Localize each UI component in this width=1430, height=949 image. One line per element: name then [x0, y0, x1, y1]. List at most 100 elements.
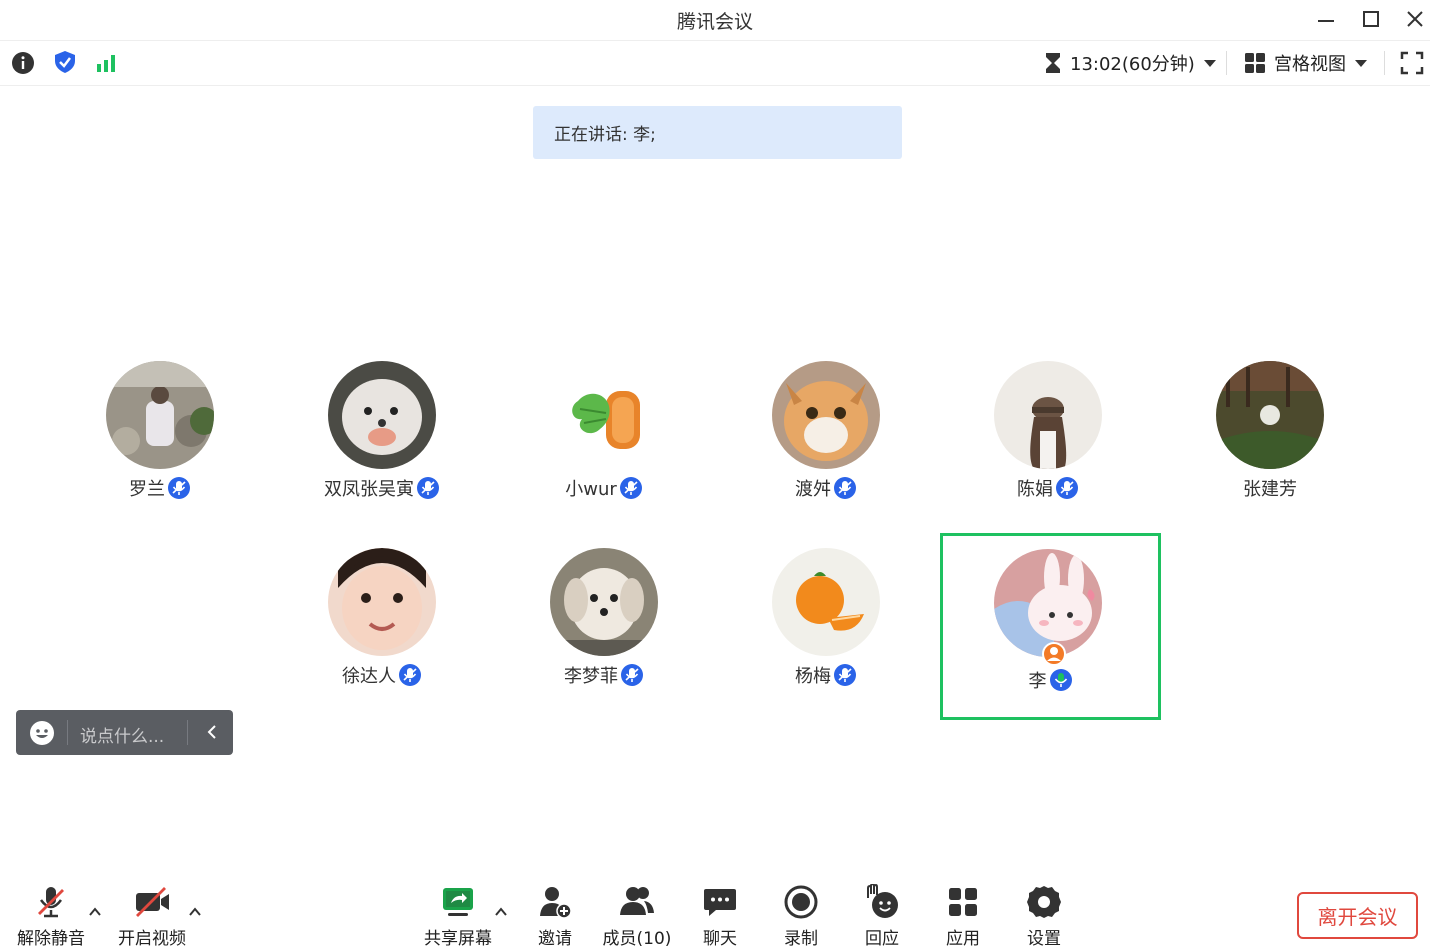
chat-input-placeholder[interactable]: 说点什么...	[80, 722, 164, 747]
members-button[interactable]: 成员(10)	[602, 880, 672, 949]
react-label: 回应	[865, 929, 899, 949]
participant-name: 张建芳	[1243, 479, 1297, 500]
grid-view-icon	[1245, 53, 1265, 73]
divider	[67, 720, 68, 745]
mic-muted-icon	[417, 477, 439, 499]
chevron-up-icon[interactable]	[187, 904, 203, 920]
signal-icon[interactable]	[95, 51, 119, 75]
avatar	[328, 361, 436, 469]
speaking-indicator: 正在讲话: 李;	[533, 106, 902, 159]
leave-meeting-button[interactable]: 离开会议	[1297, 892, 1418, 939]
record-label: 录制	[784, 929, 818, 949]
record-icon	[784, 885, 818, 919]
participant-name: 李	[1028, 671, 1047, 692]
chevron-down-icon	[1355, 60, 1367, 67]
avatar	[550, 548, 658, 656]
timer-text: 13:02(60分钟)	[1070, 54, 1195, 75]
chat-label: 聊天	[703, 929, 737, 949]
add-user-icon	[540, 887, 572, 919]
mic-off-icon	[38, 887, 64, 918]
emoji-icon[interactable]	[29, 720, 55, 746]
start-video-button[interactable]: 开启视频	[117, 880, 187, 949]
apps-button[interactable]: 应用	[928, 880, 998, 949]
settings-button[interactable]: 设置	[1009, 880, 1079, 949]
fullscreen-icon[interactable]	[1400, 51, 1424, 75]
apps-icon	[949, 888, 977, 916]
title-bar: 腾讯会议	[0, 0, 1430, 41]
unmute-button[interactable]: 解除静音	[16, 880, 86, 949]
avatar	[772, 548, 880, 656]
participant-name: 双凤张吴寅	[324, 479, 414, 500]
maximize-button[interactable]	[1356, 6, 1386, 32]
share-screen-button[interactable]: 共享屏幕	[423, 880, 493, 949]
participant-tile[interactable]: 陈娟	[938, 355, 1158, 535]
record-button[interactable]: 录制	[766, 880, 836, 949]
share-screen-label: 共享屏幕	[424, 929, 492, 949]
view-mode-label: 宫格视图	[1274, 54, 1346, 75]
avatar	[1216, 361, 1324, 469]
members-icon	[620, 887, 654, 915]
react-button[interactable]: 回应	[847, 880, 917, 949]
settings-label: 设置	[1027, 929, 1061, 949]
mic-speaking-icon	[1049, 669, 1072, 691]
invite-label: 邀请	[538, 929, 572, 949]
apps-label: 应用	[946, 929, 980, 949]
reaction-icon	[867, 884, 898, 918]
avatar	[550, 361, 658, 469]
participant-tile[interactable]: 杨梅	[716, 542, 936, 722]
host-badge-icon	[1042, 642, 1066, 666]
chevron-up-icon[interactable]	[493, 904, 509, 920]
security-shield-icon[interactable]	[53, 50, 77, 74]
invite-button[interactable]: 邀请	[520, 880, 590, 949]
participant-name: 陈娟	[1017, 479, 1053, 500]
participant-tile[interactable]: 李梦菲	[494, 542, 714, 722]
participant-tile-active-speaker[interactable]: 李	[940, 533, 1161, 720]
start-video-label: 开启视频	[118, 929, 186, 949]
mic-muted-icon	[621, 664, 643, 686]
window-title: 腾讯会议	[676, 11, 753, 33]
avatar	[772, 361, 880, 469]
maximize-icon	[1363, 11, 1379, 27]
hourglass-icon	[1046, 53, 1060, 73]
participant-name: 徐达人	[342, 666, 396, 687]
participant-name: 小wur	[565, 479, 617, 500]
mic-muted-icon	[1056, 477, 1078, 499]
unmute-label: 解除静音	[17, 929, 85, 949]
divider	[1384, 51, 1385, 75]
mic-muted-icon	[834, 664, 856, 686]
chat-quick-input[interactable]: 说点什么...	[16, 710, 233, 755]
divider	[1226, 51, 1227, 75]
minimize-button[interactable]	[1311, 6, 1341, 32]
chevron-up-icon[interactable]	[87, 904, 103, 920]
avatar	[994, 361, 1102, 469]
participant-tile[interactable]: 渡舛	[716, 355, 936, 535]
chat-button[interactable]: 聊天	[685, 880, 755, 949]
participant-tile[interactable]: 小wur	[494, 355, 714, 535]
close-icon	[1407, 11, 1423, 27]
participant-name: 渡舛	[795, 479, 831, 500]
avatar	[106, 361, 214, 469]
participant-tile[interactable]: 双凤张吴寅	[272, 355, 492, 535]
participant-name: 杨梅	[795, 666, 831, 687]
participant-tile[interactable]: 张建芳	[1160, 355, 1380, 535]
chevron-down-icon	[1203, 60, 1216, 67]
chevron-left-icon[interactable]	[202, 722, 222, 742]
close-button[interactable]	[1400, 6, 1430, 32]
participant-tile[interactable]: 徐达人	[272, 542, 492, 722]
mic-muted-icon	[834, 477, 856, 499]
gear-icon	[1027, 886, 1061, 918]
participant-tile[interactable]: 罗兰	[50, 355, 270, 535]
meeting-timer[interactable]: 13:02(60分钟)	[1044, 50, 1217, 76]
share-screen-icon	[443, 888, 473, 916]
minimize-icon	[1318, 20, 1334, 22]
info-icon[interactable]	[11, 51, 35, 75]
divider	[187, 720, 188, 745]
avatar	[994, 549, 1102, 657]
mic-muted-icon	[168, 477, 190, 499]
avatar	[328, 548, 436, 656]
members-label: 成员(10)	[602, 929, 672, 949]
view-mode-selector[interactable]: 宫格视图	[1244, 50, 1368, 76]
mic-muted-icon	[399, 664, 421, 686]
participant-name: 李梦菲	[564, 666, 618, 687]
mic-muted-icon	[619, 477, 642, 499]
